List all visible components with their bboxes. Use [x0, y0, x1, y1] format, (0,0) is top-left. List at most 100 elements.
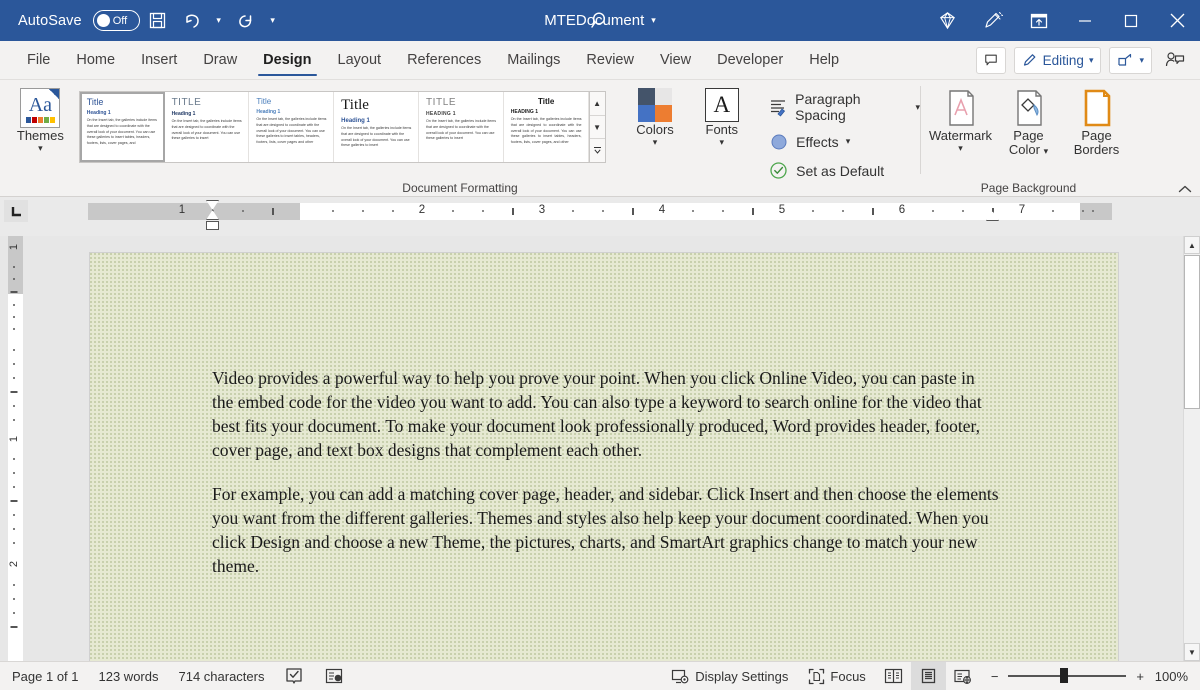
zoom-slider[interactable]: − + — [981, 669, 1154, 684]
zoom-slider-track[interactable] — [1008, 675, 1126, 677]
tab-label: Layout — [338, 52, 382, 68]
effects-chevron-down-icon[interactable]: ▾ — [846, 137, 851, 146]
diamond-icon[interactable] — [924, 0, 970, 41]
status-bar: Page 1 of 1 123 words 714 characters Dis… — [0, 661, 1200, 690]
character-count[interactable]: 714 characters — [168, 662, 274, 690]
ribbon-display-options-icon[interactable] — [1016, 0, 1062, 41]
view-web-layout-button[interactable] — [946, 662, 981, 690]
gallery-more-icon[interactable] — [590, 139, 605, 162]
paragraph[interactable]: For example, you can add a matching cove… — [212, 482, 1000, 578]
document-body-text[interactable]: Video provides a powerful way to help yo… — [212, 366, 1000, 598]
horizontal-ruler[interactable]: 1 2 3 4 5 6 7 — [88, 203, 1112, 220]
zoom-in-button[interactable]: + — [1136, 669, 1144, 684]
tab-mailings[interactable]: Mailings — [494, 41, 573, 79]
quick-access-toolbar: AutoSave Off ▾ ▾ — [0, 5, 282, 36]
scrollbar-thumb[interactable] — [1184, 255, 1200, 409]
editing-chevron-down-icon[interactable]: ▾ — [1089, 56, 1094, 65]
page-color-button[interactable]: Page Color ▾ — [995, 85, 1063, 156]
tab-file[interactable]: File — [14, 41, 63, 79]
zoom-slider-thumb[interactable] — [1060, 668, 1068, 683]
gallery-scroll-down-icon[interactable]: ▼ — [590, 116, 605, 140]
undo-icon[interactable] — [176, 5, 208, 36]
zoom-out-button[interactable]: − — [991, 669, 999, 684]
themes-chevron-down-icon[interactable]: ▾ — [38, 144, 43, 153]
effects-button[interactable]: Effects ▾ — [768, 131, 920, 152]
tab-layout[interactable]: Layout — [325, 41, 395, 79]
proofing-status-button[interactable] — [274, 662, 314, 690]
page-borders-button[interactable]: Page Borders — [1063, 85, 1131, 156]
group-label-document-formatting: Document Formatting — [0, 181, 920, 195]
page-color-chevron-down-icon[interactable]: ▾ — [1044, 146, 1049, 156]
themes-button[interactable]: Aa Themes ▾ — [8, 85, 73, 153]
zoom-level-button[interactable]: 100% — [1154, 669, 1200, 684]
style-thumbnail[interactable]: TITLE Heading 1 On the Insert tab, the g… — [165, 92, 250, 162]
view-read-mode-button[interactable] — [876, 662, 911, 690]
horizontal-ruler-bar: 1 2 3 4 5 6 7 — [0, 197, 1200, 236]
minimize-icon[interactable] — [1062, 0, 1108, 41]
paragraph-spacing-chevron-down-icon[interactable]: ▾ — [915, 103, 920, 112]
vertical-scrollbar[interactable]: ▲ ▼ — [1183, 236, 1200, 661]
style-thumbnail[interactable]: Title HEADING 1 On the Insert tab, the g… — [504, 92, 589, 162]
scrollbar-track[interactable] — [1184, 409, 1200, 643]
tab-developer[interactable]: Developer — [704, 41, 796, 79]
save-icon[interactable] — [142, 5, 174, 36]
colors-chevron-down-icon[interactable]: ▾ — [653, 138, 658, 147]
share-with-people-button[interactable] — [1160, 47, 1190, 74]
tab-view[interactable]: View — [647, 41, 704, 79]
colors-button[interactable]: Colors ▾ — [623, 85, 688, 147]
title-bar: AutoSave Off ▾ ▾ MTEDocument ▾ — [0, 0, 1200, 41]
autosave-toggle[interactable]: Off — [93, 10, 140, 31]
page-indicator[interactable]: Page 1 of 1 — [0, 662, 89, 690]
paragraph[interactable]: Video provides a powerful way to help yo… — [212, 366, 1000, 462]
undo-dropdown-chevron-icon[interactable]: ▾ — [210, 5, 228, 36]
close-icon[interactable] — [1154, 0, 1200, 41]
style-thumbnail[interactable]: Title Heading 1 On the Insert tab, the g… — [334, 92, 419, 162]
tab-home[interactable]: Home — [63, 41, 128, 79]
document-title-chevron-down-icon[interactable]: ▾ — [651, 16, 656, 25]
tab-draw[interactable]: Draw — [190, 41, 250, 79]
tab-review[interactable]: Review — [573, 41, 647, 79]
style-thumbnail[interactable]: Title Heading 1 On the Insert tab, the g… — [249, 92, 334, 162]
scroll-up-arrow-icon[interactable]: ▲ — [1184, 236, 1200, 254]
ruler-number: 6 — [899, 204, 905, 216]
style-thumbnail[interactable]: Title Heading 1 On the Insert tab, the g… — [80, 92, 165, 162]
search-button[interactable] — [570, 0, 630, 41]
accessibility-status-button[interactable] — [314, 662, 354, 690]
set-as-default-button[interactable]: Set as Default — [768, 160, 920, 181]
style-set-gallery[interactable]: Title Heading 1 On the Insert tab, the g… — [79, 91, 606, 163]
left-indent-marker[interactable] — [206, 221, 219, 230]
display-settings-button[interactable]: Display Settings — [661, 662, 798, 690]
word-count[interactable]: 123 words — [89, 662, 169, 690]
paragraph-spacing-button[interactable]: Paragraph Spacing ▾ — [768, 91, 920, 123]
share-chevron-down-icon[interactable]: ▾ — [1139, 56, 1144, 65]
maximize-icon[interactable] — [1108, 0, 1154, 41]
tab-references[interactable]: References — [394, 41, 494, 79]
style-thumbnail[interactable]: TITLE HEADING 1 On the Insert tab, the g… — [419, 92, 504, 162]
watermark-chevron-down-icon[interactable]: ▾ — [958, 144, 963, 153]
fonts-chevron-down-icon[interactable]: ▾ — [719, 138, 724, 147]
view-print-layout-button[interactable] — [911, 662, 946, 690]
draw-pen-icon[interactable] — [970, 0, 1016, 41]
gallery-scroll-up-icon[interactable]: ▲ — [590, 92, 605, 116]
focus-mode-button[interactable]: Focus — [798, 662, 875, 690]
gallery-scrollbar[interactable]: ▲ ▼ — [589, 92, 605, 162]
vertical-ruler[interactable]: 1 1 2 — [0, 236, 28, 661]
fonts-button[interactable]: A Fonts ▾ — [689, 85, 754, 147]
tab-help[interactable]: Help — [796, 41, 852, 79]
style-body: On the Insert tab, the galleries include… — [172, 119, 243, 142]
tab-design[interactable]: Design — [250, 41, 324, 79]
comments-button[interactable] — [976, 47, 1006, 74]
editing-mode-button[interactable]: Editing ▾ — [1014, 47, 1102, 74]
redo-icon[interactable] — [230, 5, 262, 36]
autosave-toggle-knob — [97, 14, 110, 27]
tab-insert[interactable]: Insert — [128, 41, 190, 79]
ruler-number: 2 — [419, 204, 425, 216]
watermark-button[interactable]: Watermark ▾ — [927, 85, 995, 153]
page-color-label: Page Color ▾ — [1009, 129, 1048, 156]
tab-stop-selector[interactable] — [4, 200, 28, 222]
document-page[interactable]: Video provides a powerful way to help yo… — [90, 253, 1118, 661]
collapse-ribbon-button[interactable] — [1178, 184, 1192, 194]
customize-qat-icon[interactable]: ▾ — [264, 5, 282, 36]
share-button[interactable]: ▾ — [1109, 47, 1152, 74]
scroll-down-arrow-icon[interactable]: ▼ — [1184, 643, 1200, 661]
